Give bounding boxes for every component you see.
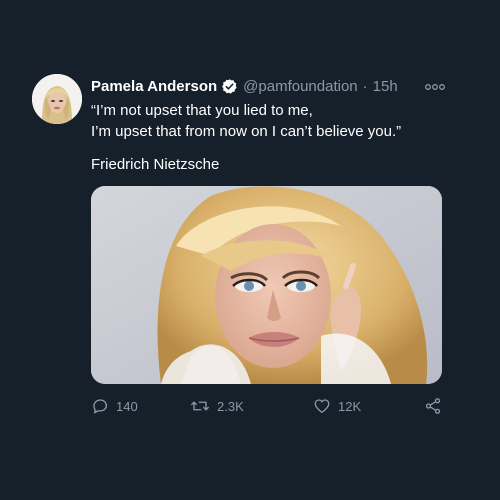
reply-icon: [93, 399, 108, 414]
tweet-header: Pamela Anderson @pamfoundation · 15h: [91, 76, 398, 96]
tweet-media-image[interactable]: [91, 186, 442, 384]
verified-badge-icon: [221, 78, 238, 95]
tweet-text-line-1: “I’m not upset that you lied to me,: [91, 102, 313, 119]
separator-dot: ·: [362, 77, 368, 95]
share-icon: [425, 398, 441, 414]
retweet-icon: [191, 401, 209, 411]
quote-attribution: Friedrich Nietzsche: [91, 156, 220, 173]
tweet-card: Pamela Anderson @pamfoundation · 15h “I’…: [0, 0, 500, 500]
timestamp[interactable]: 15h: [373, 78, 398, 95]
tweet-text: “I’m not upset that you lied to me, I’m …: [91, 100, 451, 142]
avatar-photo: [32, 74, 82, 124]
reply-count: 140: [116, 398, 138, 414]
display-name[interactable]: Pamela Anderson: [91, 78, 217, 95]
retweet-button[interactable]: 2.3K: [190, 396, 244, 416]
like-count: 12K: [338, 398, 362, 414]
user-handle[interactable]: @pamfoundation: [243, 78, 357, 95]
like-button[interactable]: 12K: [313, 396, 361, 416]
tweet-text-line-2: I’m upset that from now on I can’t belie…: [91, 123, 402, 140]
avatar[interactable]: [32, 74, 82, 124]
portrait-photo: [91, 186, 442, 384]
share-button[interactable]: [424, 396, 442, 416]
reply-button[interactable]: 140: [91, 396, 138, 416]
more-options-icon[interactable]: [424, 80, 446, 92]
like-icon: [314, 399, 330, 414]
retweet-count: 2.3K: [217, 398, 244, 414]
tweet-actions: 140 2.3K 12K: [91, 396, 446, 416]
